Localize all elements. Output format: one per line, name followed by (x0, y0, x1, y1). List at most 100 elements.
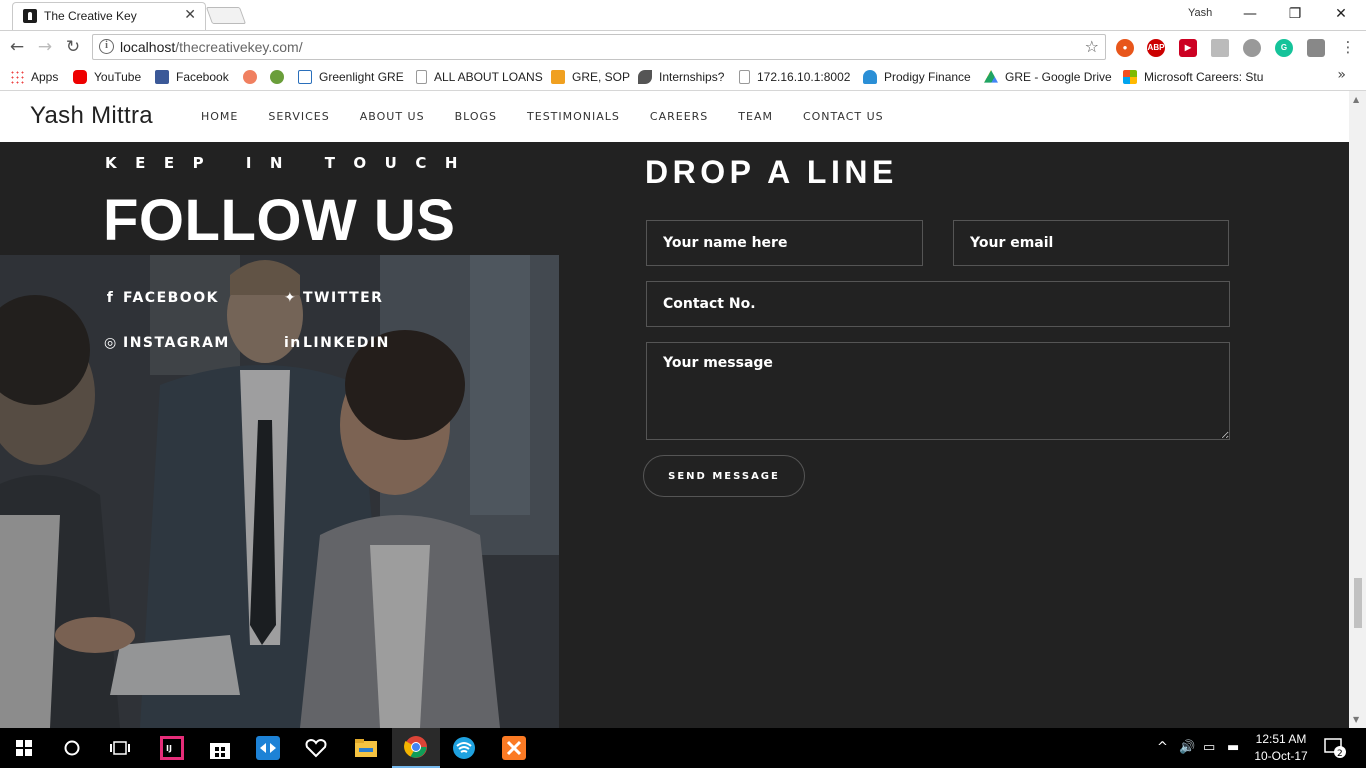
page-viewport: Yash Mittra HOME SERVICES ABOUT US BLOGS… (0, 91, 1349, 728)
xampp-icon[interactable] (490, 728, 538, 768)
microsoft-icon (1123, 70, 1137, 84)
system-clock[interactable]: 12:51 AM 10-Oct-17 (1248, 731, 1314, 765)
address-bar[interactable]: i localhost/thecreativekey.com/ ☆ (92, 34, 1106, 60)
nav-testimonials[interactable]: TESTIMONIALS (527, 110, 620, 123)
nav-blogs[interactable]: BLOGS (455, 110, 497, 123)
url-host: localhost (120, 39, 176, 55)
social-link-twitter[interactable]: ✦ TWITTER (284, 290, 383, 306)
social-link-facebook[interactable]: f FACEBOOK (104, 290, 219, 306)
profile-name[interactable]: Yash (1188, 7, 1212, 19)
puzzle-extension-icon[interactable] (1211, 39, 1229, 57)
camera-extension-icon[interactable] (1307, 39, 1325, 57)
nav-services[interactable]: SERVICES (268, 110, 329, 123)
bookmark-prodigy-finance[interactable]: Prodigy Finance (863, 68, 971, 86)
address-url[interactable]: localhost/thecreativekey.com/ (120, 39, 303, 55)
action-center-icon[interactable]: 2 (1324, 738, 1346, 762)
reload-icon[interactable]: ↻ (62, 36, 84, 58)
network-app-icon[interactable] (440, 728, 488, 768)
nav-team[interactable]: TEAM (738, 110, 773, 123)
bookmark-star-icon[interactable]: ☆ (1085, 37, 1099, 56)
more-bookmarks-icon[interactable]: » (1337, 67, 1346, 83)
url-path: /thecreativekey.com/ (175, 39, 303, 55)
document-icon (739, 70, 750, 84)
contact-number-input[interactable] (646, 281, 1230, 327)
contact-form-title: DROP A LINE (645, 154, 898, 190)
bookmark-label: Facebook (176, 70, 229, 84)
intellij-idea-icon[interactable]: IJ (148, 728, 196, 768)
follow-kicker: KEEP IN TOUCH (105, 154, 476, 172)
fire-extension-icon[interactable]: ● (1116, 39, 1134, 57)
page-scrollbar[interactable]: ▲ ▼ (1349, 91, 1366, 728)
bookmark-internships[interactable]: Internships? (638, 68, 724, 86)
site-menu: HOME SERVICES ABOUT US BLOGS TESTIMONIAL… (201, 110, 914, 123)
instagram-icon: ◎ (104, 335, 118, 351)
show-hidden-icons-icon[interactable]: ^ (1157, 740, 1168, 755)
iheartradio-icon[interactable] (292, 728, 340, 768)
minimize-window-icon[interactable]: — (1227, 3, 1273, 25)
twitter-icon: ✦ (284, 290, 298, 306)
site-info-icon[interactable]: i (99, 39, 114, 54)
chart-icon (551, 70, 565, 84)
browser-tab-active[interactable]: The Creative Key ✕ (12, 2, 206, 30)
volume-icon[interactable]: 🔊 (1179, 740, 1195, 755)
bookmark-microsoft-careers[interactable]: Microsoft Careers: Stu (1123, 68, 1263, 86)
send-message-button[interactable]: SEND MESSAGE (643, 455, 805, 497)
cube-extension-icon[interactable] (1243, 39, 1261, 57)
bookmark-greenlight-gre[interactable]: Greenlight GRE (298, 68, 404, 86)
browser-menu-icon[interactable]: ⋮ (1337, 36, 1359, 58)
new-tab-button[interactable] (205, 7, 247, 24)
windows-store-icon[interactable] (196, 728, 244, 768)
bookmark-monster[interactable] (270, 68, 291, 86)
cortana-search-icon[interactable] (48, 728, 96, 768)
document-icon (416, 70, 427, 84)
scroll-thumb[interactable] (1354, 578, 1362, 628)
bookmark-youtube[interactable]: YouTube (73, 68, 141, 86)
email-input[interactable] (953, 220, 1229, 266)
site-brand[interactable]: Yash Mittra (30, 102, 153, 130)
windows-taskbar: IJ ^ 🔊 ▭ ▬ 12:51 AM 10-Oct-17 2 (0, 728, 1366, 768)
windows-start-icon[interactable] (0, 728, 48, 768)
task-view-icon[interactable] (96, 728, 144, 768)
bookmark-facebook[interactable]: Facebook (155, 68, 229, 86)
site-favicon-icon (23, 9, 37, 23)
nav-contact-us[interactable]: CONTACT US (803, 110, 884, 123)
adblock-plus-icon[interactable]: ABP (1147, 39, 1165, 57)
clock-date: 10-Oct-17 (1254, 749, 1308, 763)
file-explorer-icon[interactable] (342, 728, 390, 768)
bookmark-label: Prodigy Finance (884, 70, 971, 84)
photo-dark-overlay (0, 255, 559, 728)
message-textarea[interactable] (646, 342, 1230, 440)
bookmark-label: 172.16.10.1:8002 (757, 70, 851, 84)
bookmark-ip-address[interactable]: 172.16.10.1:8002 (739, 68, 850, 86)
bookmark-gre-sop[interactable]: GRE, SOP (551, 68, 630, 86)
back-arrow-icon[interactable]: ← (6, 36, 28, 58)
close-window-icon[interactable]: ✕ (1318, 3, 1364, 25)
network-icon[interactable]: ▭ (1203, 740, 1215, 755)
bookmark-all-about-loans[interactable]: ALL ABOUT LOANS (416, 68, 543, 86)
nav-careers[interactable]: CAREERS (650, 110, 708, 123)
social-link-instagram[interactable]: ◎ INSTAGRAM (104, 335, 230, 351)
restore-window-icon[interactable]: ❐ (1272, 3, 1318, 25)
name-input[interactable] (646, 220, 923, 266)
grammarly-icon[interactable]: G (1275, 39, 1293, 57)
follow-panel: KEEP IN TOUCH FOLLOW US f FACEBOOK ✦ TWI… (0, 142, 559, 728)
nav-about-us[interactable]: ABOUT US (360, 110, 425, 123)
nav-home[interactable]: HOME (201, 110, 238, 123)
bookmark-label: Internships? (659, 70, 725, 84)
drive-icon (984, 70, 998, 83)
close-tab-icon[interactable]: ✕ (184, 7, 196, 23)
social-link-linkedin[interactable]: in LINKEDIN (284, 335, 390, 351)
site-navbar: Yash Mittra HOME SERVICES ABOUT US BLOGS… (0, 91, 1349, 142)
bookmark-apps[interactable]: Apps (10, 68, 58, 86)
forward-arrow-icon[interactable]: → (34, 36, 56, 58)
bookmark-gre-google-drive[interactable]: GRE - Google Drive (984, 68, 1112, 86)
facebook-icon (155, 70, 169, 84)
scroll-up-arrow-icon[interactable]: ▲ (1353, 95, 1359, 104)
page-icon (298, 70, 312, 84)
battery-icon[interactable]: ▬ (1227, 740, 1239, 755)
teamviewer-icon[interactable] (244, 728, 292, 768)
scroll-down-arrow-icon[interactable]: ▼ (1353, 715, 1359, 724)
media-extension-icon[interactable]: ▶ (1179, 39, 1197, 57)
bookmark-owl[interactable] (243, 68, 264, 86)
chrome-taskbar-icon[interactable] (392, 728, 440, 768)
